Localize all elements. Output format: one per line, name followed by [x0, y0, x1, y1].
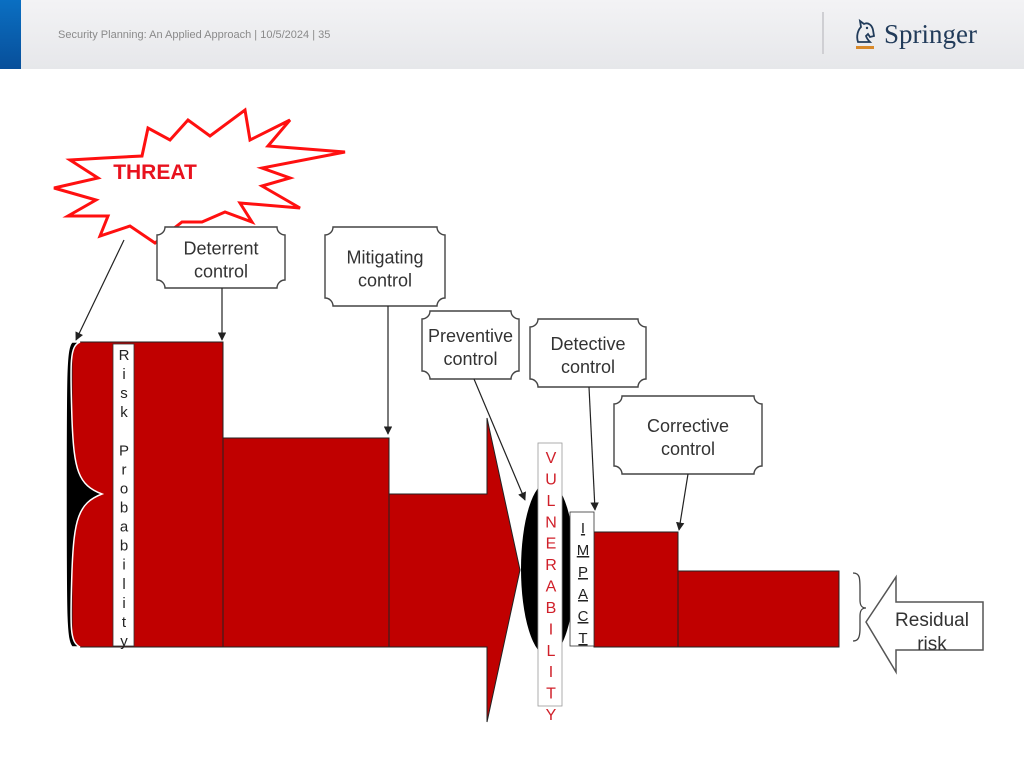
residual-risk-arrow: Residual risk	[865, 574, 984, 675]
vulnerability-letter: E	[546, 536, 557, 553]
impact-letter: A	[578, 586, 588, 603]
slide-footer-text: Security Planning: An Applied Approach |…	[58, 29, 331, 41]
deterrent-control-line2: control	[194, 262, 248, 282]
corrective-control-line1: Corrective	[647, 416, 729, 436]
risk-probability-letter: R	[119, 347, 130, 364]
preventive-control-line2: control	[443, 349, 497, 369]
risk-probability-letter: r	[122, 461, 127, 478]
impact-letter: C	[578, 608, 589, 625]
residual-risk-line2: risk	[917, 634, 947, 655]
residual-brace	[852, 572, 867, 642]
vulnerability-letter: V	[546, 450, 557, 467]
deterrent-control-line1: Deterrent	[183, 239, 258, 259]
corrective-control-box: Corrective control	[613, 395, 763, 475]
impact-letter: I	[581, 520, 585, 537]
vulnerability-letter: I	[549, 664, 553, 681]
vulnerability-letter: I	[549, 621, 553, 638]
deterrent-control-box: Deterrent control	[156, 226, 286, 289]
risk-probability-letter: s	[120, 385, 128, 402]
threat-arrow	[75, 239, 125, 341]
detective-arrow	[588, 386, 599, 511]
springer-logo: Springer	[850, 14, 977, 54]
risk-block-after-deterrent	[222, 437, 390, 648]
threat-starburst: THREAT	[53, 107, 346, 245]
risk-probability-letter: b	[120, 500, 128, 517]
impact-letter: M	[577, 542, 590, 559]
risk-probability-letter: y	[120, 633, 128, 650]
vulnerability-letter: Y	[546, 707, 557, 724]
impact-letter: T	[578, 630, 587, 647]
vulnerability-letter: B	[546, 600, 557, 617]
risk-block-arrow	[388, 417, 521, 723]
corrective-control-line2: control	[661, 439, 715, 459]
vulnerability-letter: L	[547, 493, 556, 510]
accent-bar	[0, 0, 21, 69]
mitigating-control-line1: Mitigating	[346, 248, 423, 268]
mitigating-control-line2: control	[358, 271, 412, 291]
detective-control-line1: Detective	[550, 334, 625, 354]
preventive-control-box: Preventive control	[421, 310, 520, 380]
preventive-control-line1: Preventive	[428, 326, 513, 346]
vulnerability-letter: T	[546, 686, 556, 703]
slide-header: Security Planning: An Applied Approach |…	[0, 0, 1024, 69]
risk-block-residual	[677, 570, 840, 648]
residual-risk-line1: Residual	[895, 610, 969, 631]
risk-probability-letter: i	[122, 366, 125, 383]
risk-block-after-impact	[593, 531, 679, 648]
vulnerability-letter: L	[547, 643, 556, 660]
vulnerability-letter: N	[545, 514, 557, 531]
threat-burst-shape	[53, 107, 346, 245]
corrective-arrow	[676, 473, 689, 531]
risk-probability-letter: i	[122, 557, 125, 574]
risk-probability-letter: a	[120, 519, 129, 536]
security-controls-diagram: THREAT RiskProbability VULNERABILITY IMP…	[53, 107, 984, 724]
horse-head-icon	[856, 18, 876, 49]
risk-probability-label: RiskProbability	[112, 343, 135, 650]
logo-text: Springer	[884, 18, 977, 49]
vulnerability-letter: R	[545, 557, 557, 574]
vulnerability-letter: A	[546, 579, 557, 596]
vulnerability-letter: U	[545, 471, 557, 488]
mitigating-control-box: Mitigating control	[324, 226, 446, 307]
impact-label: IMPACT	[569, 511, 595, 647]
risk-probability-letter: k	[120, 404, 128, 421]
risk-probability-letter: i	[122, 595, 125, 612]
header-divider	[822, 12, 824, 54]
vulnerability-label: VULNERABILITY	[537, 442, 563, 724]
risk-probability-letter: b	[120, 538, 128, 555]
risk-probability-letter: o	[120, 480, 128, 497]
detective-control-box: Detective control	[529, 318, 647, 388]
risk-probability-letter: l	[122, 576, 125, 593]
impact-letter: P	[578, 564, 588, 581]
detective-control-line2: control	[561, 357, 615, 377]
risk-probability-letter: P	[119, 442, 129, 459]
threat-label: THREAT	[113, 161, 197, 184]
